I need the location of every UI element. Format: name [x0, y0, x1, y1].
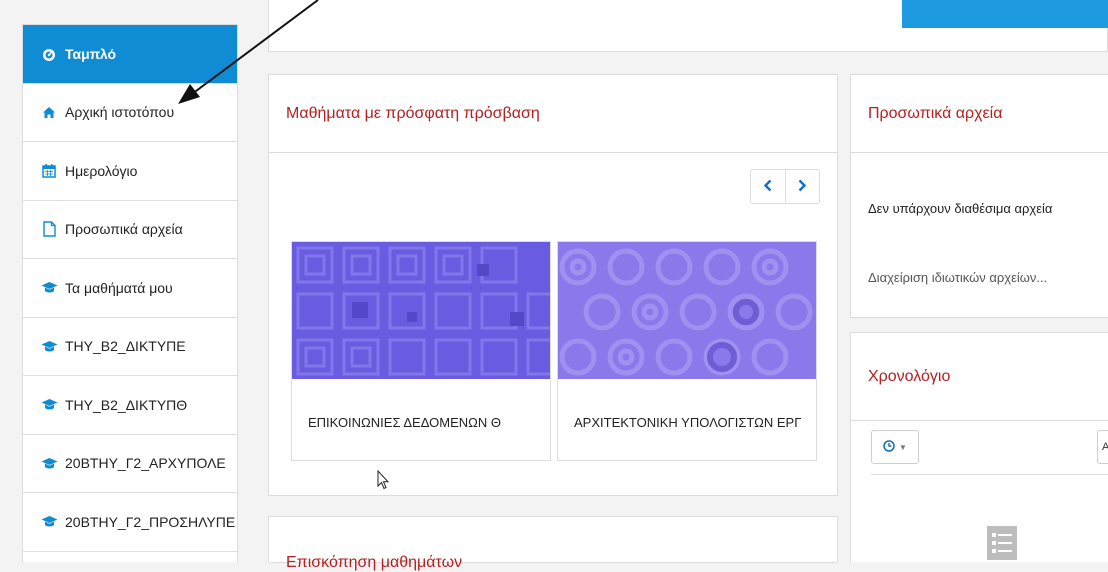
calendar-icon [39, 163, 59, 178]
dashboard-icon [39, 47, 59, 61]
carousel-next-button[interactable] [786, 170, 820, 203]
sidebar-item-label: Ταμπλό [65, 45, 117, 62]
chevron-right-icon [798, 176, 807, 197]
sidebar-item-label: Ημερολόγιο [65, 162, 138, 179]
header-action-button[interactable] [902, 0, 1108, 28]
sidebar-item-private-files[interactable]: Προσωπικά αρχεία [23, 201, 237, 259]
sidebar-item-label: ΤΗΥ_Β2_ΔΙΚΤΥΠΘ [65, 396, 188, 413]
block-title: Χρονολόγιο [851, 333, 1108, 421]
manage-files-link[interactable]: Διαχείριση ιδιωτικών αρχείων... [868, 270, 1047, 285]
mouse-cursor-icon [377, 469, 390, 495]
list-icon [987, 526, 1017, 565]
course-overview-block: Επισκόπηση μαθημάτων [268, 516, 838, 571]
chevron-left-icon [763, 176, 772, 197]
sidebar-item-label: Αρχική ιστοτόπου [65, 104, 175, 121]
block-title: Μαθήματα με πρόσφατη πρόσβαση [269, 75, 837, 153]
graduation-cap-icon [39, 515, 59, 528]
private-files-block: Προσωπικά αρχεία Δεν υπάρχουν διαθέσιμα … [850, 74, 1108, 318]
sidebar-item-course[interactable]: ΤΗΥ_Β2_ΔΙΚΤΥΠΘ [23, 376, 237, 435]
clock-icon [883, 439, 895, 455]
caret-down-icon: ▼ [899, 442, 907, 452]
sidebar-item-label: 20ΒΤΗΥ_Γ2_ΠΡΟΣΗΛΥΠΕ [65, 513, 236, 530]
carousel-prev-button[interactable] [751, 170, 786, 203]
sidebar-item-course[interactable]: 20ΒΤΗΥ_Γ2_ΠΡΟΣΗΛΥΠΕ [23, 493, 237, 552]
sidebar-item-label: Τα μαθήματά μου [65, 279, 173, 296]
block-title: Προσωπικά αρχεία [851, 75, 1108, 153]
block-title-text: Επισκόπηση μαθημάτων [286, 554, 463, 571]
graduation-cap-icon [39, 457, 59, 470]
timeline-filter-dropdown[interactable]: ▼ [871, 430, 919, 464]
block-title: Επισκόπηση μαθημάτων [269, 517, 837, 571]
sidebar-item-course[interactable]: 20ΒΤΗΥ_Γ2_ΑΡΧΥΠΟΛΕ [23, 435, 237, 493]
sidebar-item-course[interactable]: ΤΗΥ_Β2_ΔΙΚΤΥΠΕ [23, 318, 237, 376]
course-name[interactable]: ΑΡΧΙΤΕΚΤΟΝΙΚΗ ΥΠΟΛΟΓΙΣΤΩΝ ΕΡΓ [574, 415, 801, 430]
sidebar-item-my-courses[interactable]: Τα μαθήματά μου [23, 259, 237, 318]
timeline-sort-dropdown[interactable]: Α [1097, 430, 1108, 464]
sidebar-item-dashboard[interactable]: Ταμπλό [23, 25, 237, 84]
divider [871, 474, 1108, 475]
course-name[interactable]: ΕΠΙΚΟΙΝΩΝΙΕΣ ΔΕΔΟΜΕΝΩΝ Θ [308, 415, 501, 430]
home-icon [39, 106, 59, 119]
timeline-block: Χρονολόγιο ▼ Α [850, 332, 1108, 562]
sidebar-item-label: 20ΒΤΗΥ_Γ2_ΑΡΧΥΠΟΛΕ [65, 455, 226, 472]
empty-message: Δεν υπάρχουν διαθέσιμα αρχεία [868, 201, 1053, 216]
graduation-cap-icon [39, 340, 59, 353]
course-card[interactable]: ΕΠΙΚΟΙΝΩΝΙΕΣ ΔΕΔΟΜΕΝΩΝ Θ [291, 241, 551, 461]
course-image [558, 242, 816, 379]
sidebar-nav: Ταμπλό Αρχική ιστοτόπου Ημερολόγιο Προσω… [22, 24, 238, 562]
course-card[interactable]: ΑΡΧΙΤΕΚΤΟΝΙΚΗ ΥΠΟΛΟΓΙΣΤΩΝ ΕΡΓ [557, 241, 817, 461]
sidebar-item-label: Προσωπικά αρχεία [65, 221, 183, 238]
graduation-cap-icon [39, 398, 59, 411]
recent-courses-block: Μαθήματα με πρόσφατη πρόσβαση ΕΠΙΚΟΙΝΩΝΙ… [268, 74, 838, 496]
sidebar-item-calendar[interactable]: Ημερολόγιο [23, 142, 237, 201]
file-icon [39, 221, 59, 237]
sidebar-item-label: ΤΗΥ_Β2_ΔΙΚΤΥΠΕ [65, 338, 186, 355]
carousel-nav [750, 169, 820, 204]
course-image [292, 242, 550, 379]
sidebar-item-home[interactable]: Αρχική ιστοτόπου [23, 84, 237, 142]
graduation-cap-icon [39, 281, 59, 294]
